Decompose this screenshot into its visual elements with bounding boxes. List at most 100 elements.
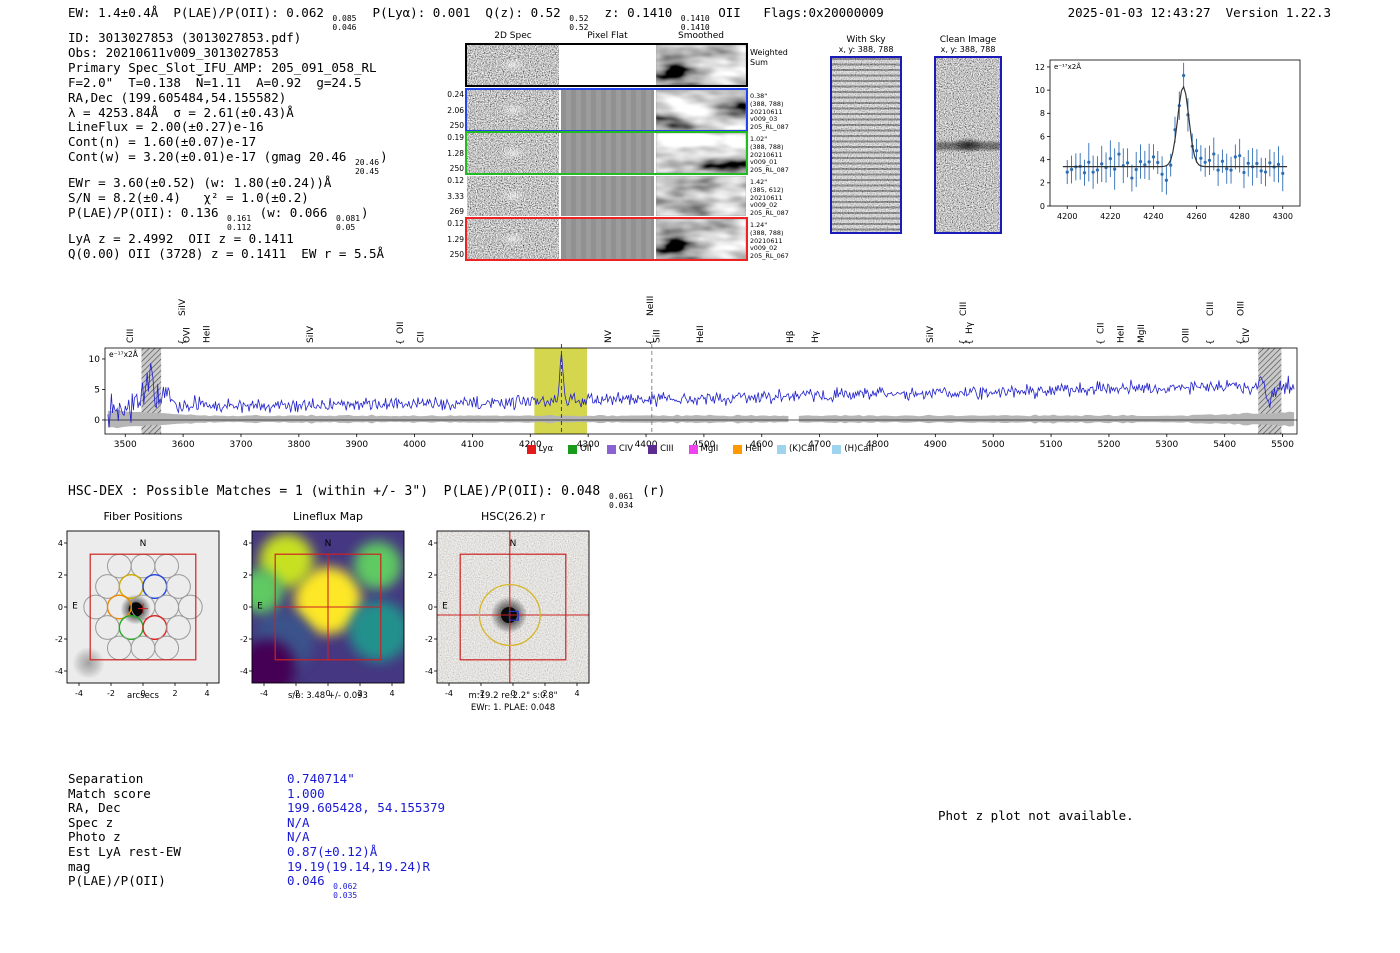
legend-swatch — [688, 444, 698, 454]
svg-text:{: { — [1096, 339, 1106, 345]
legend-item: CIV — [606, 444, 633, 454]
svg-text:Hβ: Hβ — [786, 330, 796, 343]
info-line: LyA z = 2.4992 OII z = 0.1411 — [68, 231, 294, 247]
photz-note: Phot z plot not available. — [938, 808, 1134, 823]
table-row: Spec z N/A — [68, 814, 445, 831]
svg-text:CIII: CIII — [959, 302, 969, 316]
fiber-positions-xlabel: arcsecs — [127, 691, 159, 701]
main-spectrum-plot: 3500360037003800390040004100420043004400… — [88, 262, 1310, 462]
svg-text:4: 4 — [428, 539, 433, 548]
cleanimage-coords: x, y: 388, 788 — [940, 45, 996, 54]
table-row-label: mag — [68, 858, 91, 874]
svg-text:e⁻¹⁷x2Å: e⁻¹⁷x2Å — [1054, 62, 1081, 71]
table-row: RA, Dec 199.605428, 54.155379 — [68, 801, 445, 816]
cutout-image-white — [561, 45, 654, 85]
svg-text:N: N — [510, 539, 517, 549]
table-row-label: Spec z — [68, 814, 114, 830]
svg-text:N: N — [325, 539, 332, 549]
cutout-image-smooth — [656, 176, 746, 216]
table-row-value: 0.046 0.062 0.035 — [287, 873, 358, 900]
svg-text:4240: 4240 — [1143, 212, 1163, 221]
legend-swatch — [648, 444, 658, 454]
svg-text:2: 2 — [243, 571, 248, 580]
svg-text:E: E — [72, 601, 78, 611]
cutout-row-annotation: 1.42" (385, 612) 20210611 v009_02 205_RL_087 — [750, 178, 789, 218]
cutout-image-spec — [467, 133, 559, 173]
svg-text:OII: OII — [396, 322, 406, 334]
legend-item: CIII — [648, 444, 674, 454]
info-line: λ = 4253.84Å σ = 2.61(±0.43)Å — [68, 104, 294, 120]
table-row: P(LAE)/P(OII) 0.046 0.062 0.035 — [68, 873, 445, 900]
svg-text:N: N — [140, 539, 147, 549]
legend-item: (K)CaII — [776, 444, 817, 454]
svg-text:E: E — [442, 601, 448, 611]
fiber-positions-title: Fiber Positions — [103, 510, 183, 523]
stacked-uncertainty: 0.062 0.035 — [333, 882, 358, 900]
svg-text:10: 10 — [89, 355, 101, 365]
info-line: Cont(w) = 3.20(±0.01)e-17 (gmag 20.46 20… — [68, 149, 388, 176]
cleanimage-source-spot — [952, 137, 984, 153]
cutout-image-smooth — [656, 133, 746, 173]
svg-text:4260: 4260 — [1186, 212, 1206, 221]
info-line: LineFlux = 2.00(±0.27)e-16 — [68, 119, 264, 135]
svg-text:12: 12 — [1035, 63, 1045, 72]
cutout-row-annotation: 0.38" (388, 788) 20210611 v009_03 205_RL_087 — [750, 92, 789, 132]
svg-text:0: 0 — [428, 603, 433, 612]
table-row: Match score 1.000 — [68, 785, 445, 802]
svg-text:SiII: SiII — [652, 329, 662, 343]
table-row-value: 1.000 — [287, 785, 325, 801]
legend-item: OII — [568, 444, 592, 454]
cutout-row-left-labels: 0.19 1.28 250 — [447, 133, 464, 173]
legend-swatch — [832, 444, 842, 454]
cutout-image-flat — [561, 90, 654, 130]
svg-text:0: 0 — [58, 603, 63, 612]
svg-text:4: 4 — [58, 539, 63, 548]
svg-text:6: 6 — [1040, 132, 1045, 141]
table-row-label: Est LyA rest-EW — [68, 843, 181, 859]
svg-text:OVI: OVI — [183, 327, 193, 343]
svg-text:0: 0 — [94, 416, 100, 426]
stacked-uncertainty: 0.161 0.112 — [227, 214, 252, 232]
svg-text:SiIV: SiIV — [926, 325, 936, 343]
table-row-value: N/A — [287, 814, 310, 830]
legend-swatch — [606, 444, 616, 454]
svg-text:CIII: CIII — [1206, 302, 1216, 316]
svg-text:MgII: MgII — [1137, 324, 1147, 343]
cutout-col-header-smoothed: Smoothed — [678, 31, 724, 41]
cutout-row-strip — [465, 43, 748, 87]
hsc-cutout-image: N E -4 -4 -2 -2 0 0 2 2 4 4 — [418, 528, 604, 700]
svg-text:NeIII: NeIII — [646, 296, 656, 316]
table-row: Photo z N/A — [68, 830, 445, 845]
cutout-image-spec — [467, 219, 559, 259]
svg-text:8: 8 — [1040, 109, 1045, 118]
svg-text:CIV: CIV — [1242, 327, 1252, 343]
cutout-row-left-labels: 0.12 3.33 269 — [447, 176, 464, 216]
svg-text:Hγ: Hγ — [811, 330, 821, 343]
table-row-label: P(LAE)/P(OII) — [68, 873, 166, 889]
svg-text:HeII: HeII — [202, 325, 212, 343]
table-row-label: Separation — [68, 771, 144, 786]
cutout-col-header-2dspec: 2D Spec — [494, 31, 532, 41]
stacked-uncertainty: 0.52 0.52 — [569, 14, 589, 32]
svg-text:CII: CII — [416, 331, 426, 343]
fiber-positions-map: N E -4 -4 -2 -2 0 0 2 2 4 4 — [48, 528, 234, 700]
svg-text:OIII: OIII — [1181, 328, 1191, 343]
info-line: Cont(n) = 1.60(±0.07)e-17 — [68, 134, 257, 150]
timestamp-version: 2025-01-03 12:43:27 Version 1.22.3 — [1067, 5, 1331, 20]
legend-item: HeII — [733, 444, 762, 454]
svg-text:{: { — [965, 339, 975, 345]
svg-text:{: { — [396, 339, 406, 345]
svg-text:HeII: HeII — [1117, 325, 1127, 343]
withsky-image — [830, 56, 902, 234]
table-row-value: 19.19(19.14,19.24)R — [287, 858, 430, 874]
info-line: ID: 3013027853 (3013027853.pdf) — [68, 30, 302, 45]
svg-text:10: 10 — [1035, 86, 1045, 95]
table-row-value: 199.605428, 54.155379 — [287, 800, 446, 816]
legend-item: Lyα — [526, 444, 553, 454]
cutout-row-strip — [465, 217, 748, 261]
table-row-value: 0.87(±0.12)Å — [287, 843, 378, 859]
stacked-uncertainty: 0.081 0.05 — [335, 214, 361, 232]
hsc-cutout-title: HSC(26.2) r — [480, 510, 546, 523]
info-line: Primary Spec_Slot_IFU_AMP: 205_091_058_R… — [68, 59, 377, 75]
cutout-image-spec — [467, 90, 559, 130]
